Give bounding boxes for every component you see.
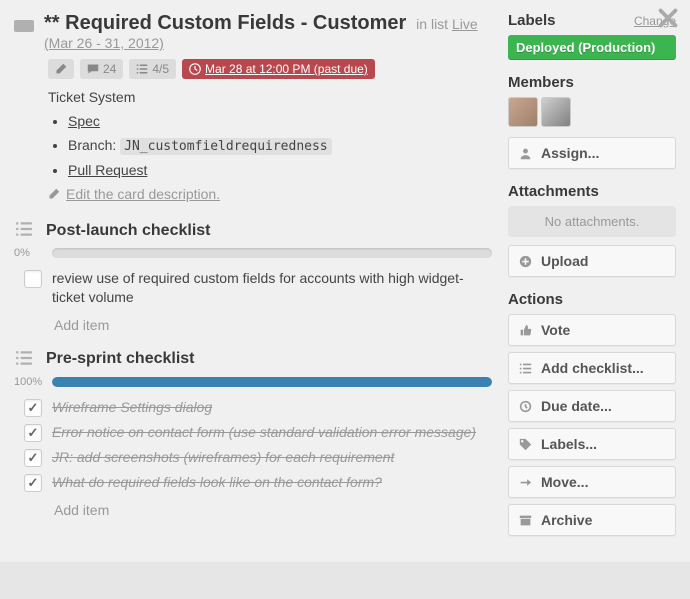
checklist-item-text[interactable]: review use of required custom fields for… xyxy=(52,269,492,307)
archive-button[interactable]: Archive xyxy=(508,504,676,536)
labels-button[interactable]: Labels... xyxy=(508,428,676,460)
checklist-item[interactable]: Wireframe Settings dialog xyxy=(24,398,492,417)
person-icon xyxy=(519,147,532,160)
checklist-item-text[interactable]: What do required fields look like on the… xyxy=(52,473,382,492)
upload-icon xyxy=(519,255,532,268)
clock-icon xyxy=(519,400,532,413)
comment-icon xyxy=(87,63,99,75)
edit-description-link[interactable]: Edit the card description. xyxy=(48,186,220,202)
checklist-item-text[interactable]: Error notice on contact form (use standa… xyxy=(52,423,476,442)
pencil-icon xyxy=(48,188,60,200)
desc-pull-link[interactable]: Pull Request xyxy=(68,162,147,178)
desc-spec-link[interactable]: Spec xyxy=(68,113,100,129)
move-button[interactable]: Move... xyxy=(508,466,676,498)
upload-button[interactable]: Upload xyxy=(508,245,676,277)
add-checklist-button[interactable]: Add checklist... xyxy=(508,352,676,384)
checklist-item[interactable]: JR: add screenshots (wireframes) for eac… xyxy=(24,448,492,467)
checkbox[interactable] xyxy=(24,449,42,467)
checklist-item[interactable]: What do required fields look like on the… xyxy=(24,473,492,492)
close-button[interactable] xyxy=(658,8,678,31)
checklist-percent: 100% xyxy=(14,376,44,388)
checkbox[interactable] xyxy=(24,270,42,288)
card-icon xyxy=(14,18,34,37)
checklist-icon xyxy=(14,220,34,241)
assign-button[interactable]: Assign... xyxy=(508,137,676,169)
tag-icon xyxy=(519,438,532,451)
arrow-right-icon xyxy=(519,476,532,489)
checklist-item-text[interactable]: JR: add screenshots (wireframes) for eac… xyxy=(52,448,394,467)
close-icon xyxy=(658,8,678,28)
add-item-link[interactable]: Add item xyxy=(54,502,492,518)
checklist-item[interactable]: review use of required custom fields for… xyxy=(24,269,492,307)
member-avatar-1[interactable] xyxy=(508,97,538,127)
checklist-item[interactable]: Error notice on contact form (use standa… xyxy=(24,423,492,442)
checklist-icon xyxy=(519,362,532,375)
checkbox[interactable] xyxy=(24,399,42,417)
pencil-icon xyxy=(55,63,67,75)
thumbs-up-icon xyxy=(519,324,532,337)
due-date-badge[interactable]: Mar 28 at 12:00 PM (past due) xyxy=(182,59,375,79)
checklist-icon xyxy=(136,63,148,75)
vote-button[interactable]: Vote xyxy=(508,314,676,346)
card-description: Ticket System Spec Branch: JN_customfiel… xyxy=(48,89,492,178)
add-item-link[interactable]: Add item xyxy=(54,317,492,333)
archive-icon xyxy=(519,514,532,527)
checklist-badge[interactable]: 4/5 xyxy=(129,59,176,79)
member-avatar-2[interactable] xyxy=(541,97,571,127)
branch-name: JN_customfieldrequiredness xyxy=(120,138,332,155)
checklist-item-text[interactable]: Wireframe Settings dialog xyxy=(52,398,212,417)
clock-icon xyxy=(189,63,201,75)
attachments-heading: Attachments xyxy=(508,183,599,200)
checklist-icon xyxy=(14,349,34,370)
checklist-title[interactable]: Pre-sprint checklist xyxy=(46,350,195,368)
label-deployed[interactable]: Deployed (Production) xyxy=(508,35,676,60)
checkbox[interactable] xyxy=(24,474,42,492)
checkbox[interactable] xyxy=(24,424,42,442)
members-heading: Members xyxy=(508,74,574,91)
checklist-percent: 0% xyxy=(14,247,44,259)
progress-bar xyxy=(52,377,492,387)
labels-heading: Labels Change xyxy=(508,12,676,29)
due-date-button[interactable]: Due date... xyxy=(508,390,676,422)
no-attachments: No attachments. xyxy=(508,206,676,237)
card-title[interactable]: ** Required Custom Fields - Customer xyxy=(44,12,406,34)
actions-heading: Actions xyxy=(508,291,563,308)
edit-badge[interactable] xyxy=(48,59,74,79)
progress-bar xyxy=(52,248,492,258)
checklist-title[interactable]: Post-launch checklist xyxy=(46,222,211,240)
comments-badge[interactable]: 24 xyxy=(80,59,123,79)
